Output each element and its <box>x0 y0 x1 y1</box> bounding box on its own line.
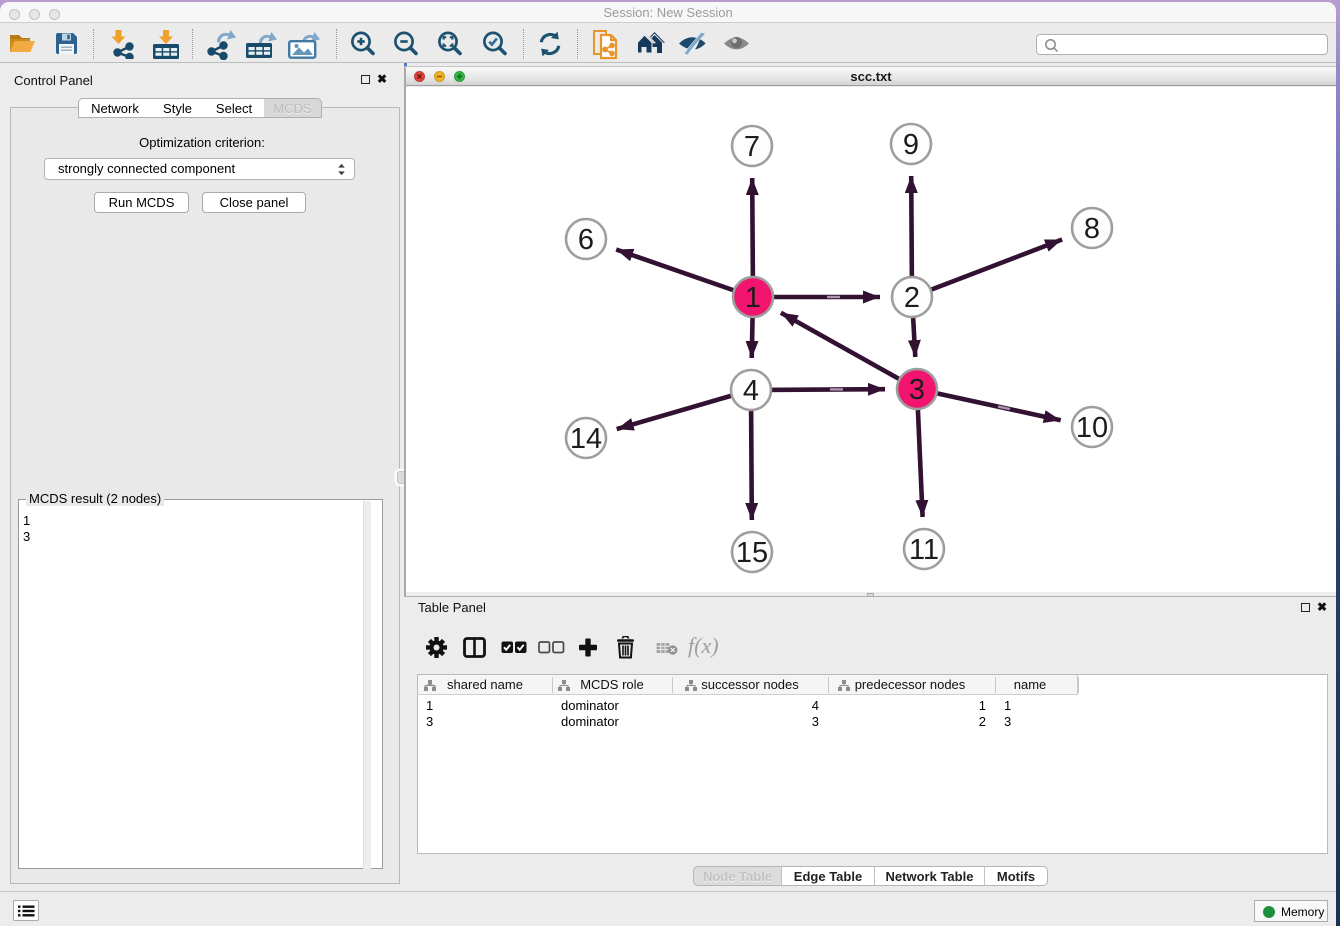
svg-text:11: 11 <box>909 534 939 566</box>
svg-text:7: 7 <box>744 131 760 163</box>
svg-text:4: 4 <box>743 375 759 407</box>
svg-text:8: 8 <box>1084 213 1100 245</box>
svg-text:9: 9 <box>903 129 919 161</box>
svg-text:6: 6 <box>578 224 594 256</box>
svg-text:15: 15 <box>736 537 768 569</box>
svg-text:2: 2 <box>904 282 920 314</box>
svg-text:14: 14 <box>570 423 602 455</box>
svg-text:3: 3 <box>909 374 925 406</box>
svg-text:10: 10 <box>1076 412 1108 444</box>
svg-text:1: 1 <box>745 282 761 314</box>
